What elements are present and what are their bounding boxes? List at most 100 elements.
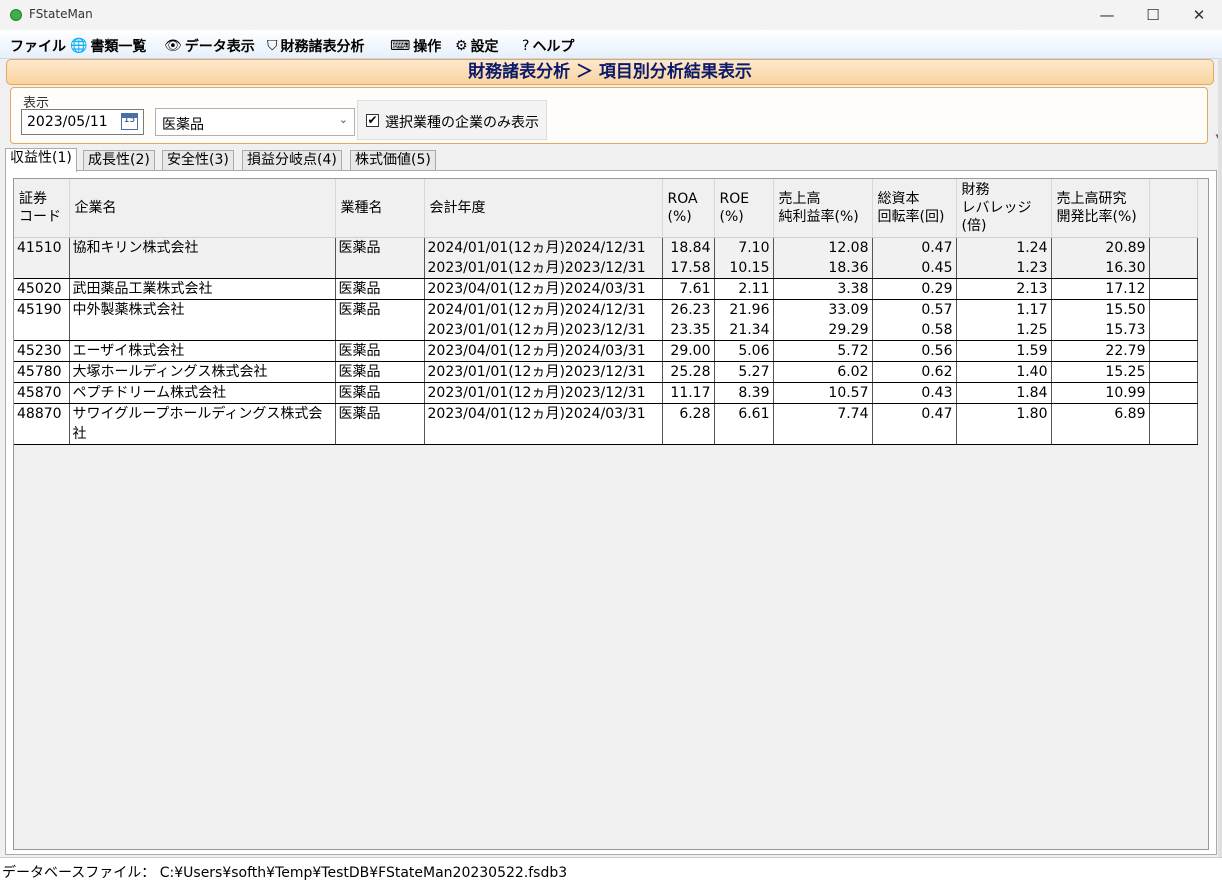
header-net-margin[interactable]: 売上高 純利益率(%): [773, 179, 873, 238]
table-cell[interactable]: 1.24 1.23: [956, 237, 1052, 279]
table-cell[interactable]: 33.09 29.29: [773, 299, 873, 341]
menu-file[interactable]: ファイル: [10, 36, 66, 56]
table-cell[interactable]: 15.50 15.73: [1051, 299, 1150, 341]
table-cell[interactable]: 0.29: [872, 278, 957, 300]
table-row[interactable]: 45870 ペプチドリーム株式会社 医薬品 2023/01/01(12ヵ月)2023/…: [14, 382, 1198, 404]
close-button[interactable]: ✕: [1176, 0, 1222, 30]
table-cell[interactable]: 8.39: [714, 382, 774, 404]
table-cell[interactable]: エーザイ株式会社: [69, 340, 336, 362]
table-row[interactable]: 45780 大塚ホールディングス株式会社 医薬品 2023/01/01(12ヵ月)20…: [14, 361, 1198, 383]
header-asset-turnover[interactable]: 総資本 回転率(回): [872, 179, 957, 238]
table-cell[interactable]: 18.84 17.58: [662, 237, 715, 279]
table-row[interactable]: 45230 エーザイ株式会社 医薬品 2023/04/01(12ヵ月)2024/03/…: [14, 340, 1198, 362]
table-cell[interactable]: 29.00: [662, 340, 715, 362]
table-cell[interactable]: 1.80: [956, 403, 1052, 445]
table-cell[interactable]: 医薬品: [335, 403, 425, 445]
table-cell[interactable]: 医薬品: [335, 299, 425, 341]
table-cell[interactable]: 0.56: [872, 340, 957, 362]
table-cell[interactable]: 5.27: [714, 361, 774, 383]
minimize-button[interactable]: —: [1084, 0, 1130, 30]
tab-stock-value[interactable]: 株式価値(5): [350, 150, 436, 170]
table-cell[interactable]: 医薬品: [335, 237, 425, 279]
tab-safety[interactable]: 安全性(3): [162, 150, 234, 170]
table-cell[interactable]: 2024/01/01(12ヵ月)2024/12/31 2023/01/01(12…: [424, 237, 663, 279]
industry-filter-checkbox[interactable]: ✔: [366, 114, 379, 127]
table-cell[interactable]: 2024/01/01(12ヵ月)2024/12/31 2023/01/01(12…: [424, 299, 663, 341]
menu-settings[interactable]: ⚙ 設定: [455, 36, 499, 56]
header-roe[interactable]: ROE (%): [714, 179, 774, 238]
table-cell[interactable]: 医薬品: [335, 361, 425, 383]
table-cell[interactable]: 6.28: [662, 403, 715, 445]
table-cell[interactable]: 45190: [14, 299, 70, 341]
table-cell[interactable]: 1.17 1.25: [956, 299, 1052, 341]
table-cell[interactable]: 2023/01/01(12ヵ月)2023/12/31: [424, 361, 663, 383]
table-cell[interactable]: 0.47 0.45: [872, 237, 957, 279]
tab-breakeven[interactable]: 損益分岐点(4): [242, 150, 342, 170]
menu-document-list[interactable]: 🌐 書類一覧: [70, 36, 146, 56]
menu-operation[interactable]: ⌨ 操作: [390, 36, 441, 56]
table-cell[interactable]: ペプチドリーム株式会社: [69, 382, 336, 404]
header-leverage[interactable]: 財務 レバレッジ(倍): [956, 179, 1052, 238]
table-cell[interactable]: 45780: [14, 361, 70, 383]
header-roa[interactable]: ROA (%): [662, 179, 715, 238]
table-cell[interactable]: 1.84: [956, 382, 1052, 404]
table-cell[interactable]: 医薬品: [335, 278, 425, 300]
table-cell[interactable]: 10.99: [1051, 382, 1150, 404]
table-cell[interactable]: 2023/04/01(12ヵ月)2024/03/31: [424, 403, 663, 445]
table-cell[interactable]: 17.12: [1051, 278, 1150, 300]
table-cell[interactable]: 2023/04/01(12ヵ月)2024/03/31: [424, 278, 663, 300]
table-row[interactable]: 41510 協和キリン株式会社 医薬品 2024/01/01(12ヵ月)2024/12…: [14, 237, 1198, 279]
table-cell[interactable]: 6.02: [773, 361, 873, 383]
table-cell[interactable]: 45870: [14, 382, 70, 404]
table-cell[interactable]: 武田薬品工業株式会社: [69, 278, 336, 300]
tab-growth[interactable]: 成長性(2): [83, 150, 155, 170]
header-rnd-ratio[interactable]: 売上高研究 開発比率(%): [1051, 179, 1150, 238]
menu-help[interactable]: ? ヘルプ: [522, 36, 574, 56]
header-industry[interactable]: 業種名: [335, 179, 425, 238]
table-cell[interactable]: 0.43: [872, 382, 957, 404]
table-cell[interactable]: 25.28: [662, 361, 715, 383]
table-row[interactable]: 45020 武田薬品工業株式会社 医薬品 2023/04/01(12ヵ月)2024/0…: [14, 278, 1198, 300]
industry-filter-label[interactable]: 選択業種の企業のみ表示: [385, 112, 539, 132]
table-cell[interactable]: 11.17: [662, 382, 715, 404]
table-cell[interactable]: 41510: [14, 237, 70, 279]
table-cell[interactable]: 0.47: [872, 403, 957, 445]
table-cell[interactable]: 3.38: [773, 278, 873, 300]
table-cell[interactable]: 0.62: [872, 361, 957, 383]
table-cell[interactable]: 22.79: [1051, 340, 1150, 362]
tab-profitability[interactable]: 収益性(1): [5, 148, 77, 172]
menu-data-view[interactable]: 👁 データ表示: [164, 36, 255, 56]
table-cell[interactable]: 5.72: [773, 340, 873, 362]
header-fiscal-year[interactable]: 会計年度: [424, 179, 663, 238]
table-cell[interactable]: 15.25: [1051, 361, 1150, 383]
table-cell[interactable]: 医薬品: [335, 340, 425, 362]
industry-select[interactable]: 医薬品 ⌄: [155, 108, 355, 136]
table-cell[interactable]: 2.11: [714, 278, 774, 300]
table-cell[interactable]: 48870: [14, 403, 70, 445]
table-cell[interactable]: 21.96 21.34: [714, 299, 774, 341]
table-cell[interactable]: 7.74: [773, 403, 873, 445]
table-cell[interactable]: 10.57: [773, 382, 873, 404]
table-cell[interactable]: 26.23 23.35: [662, 299, 715, 341]
table-cell[interactable]: 12.08 18.36: [773, 237, 873, 279]
table-cell[interactable]: 2023/01/01(12ヵ月)2023/12/31: [424, 382, 663, 404]
table-row[interactable]: 48870 サワイグループホールディングス株式会社 医薬品 2023/04/01(12…: [14, 403, 1198, 445]
header-company[interactable]: 企業名: [69, 179, 336, 238]
table-cell[interactable]: 45020: [14, 278, 70, 300]
calendar-icon[interactable]: 15: [121, 113, 138, 130]
date-picker[interactable]: 2023/05/11 15: [21, 109, 144, 135]
table-row[interactable]: 45190 中外製薬株式会社 医薬品 2024/01/01(12ヵ月)2024/12/…: [14, 299, 1198, 341]
maximize-button[interactable]: ☐: [1130, 0, 1176, 30]
table-cell[interactable]: 45230: [14, 340, 70, 362]
industry-filter-option[interactable]: ✔ 選択業種の企業のみ表示: [357, 100, 547, 140]
table-cell[interactable]: 5.06: [714, 340, 774, 362]
table-cell[interactable]: 中外製薬株式会社: [69, 299, 336, 341]
header-code[interactable]: 証券 コード: [14, 179, 70, 238]
table-cell[interactable]: 0.57 0.58: [872, 299, 957, 341]
table-cell[interactable]: 7.10 10.15: [714, 237, 774, 279]
table-cell[interactable]: 1.59: [956, 340, 1052, 362]
menu-financial-analysis[interactable]: ⛉ 財務諸表分析: [267, 36, 365, 56]
table-cell[interactable]: 2.13: [956, 278, 1052, 300]
table-cell[interactable]: 6.89: [1051, 403, 1150, 445]
table-cell[interactable]: 2023/04/01(12ヵ月)2024/03/31: [424, 340, 663, 362]
